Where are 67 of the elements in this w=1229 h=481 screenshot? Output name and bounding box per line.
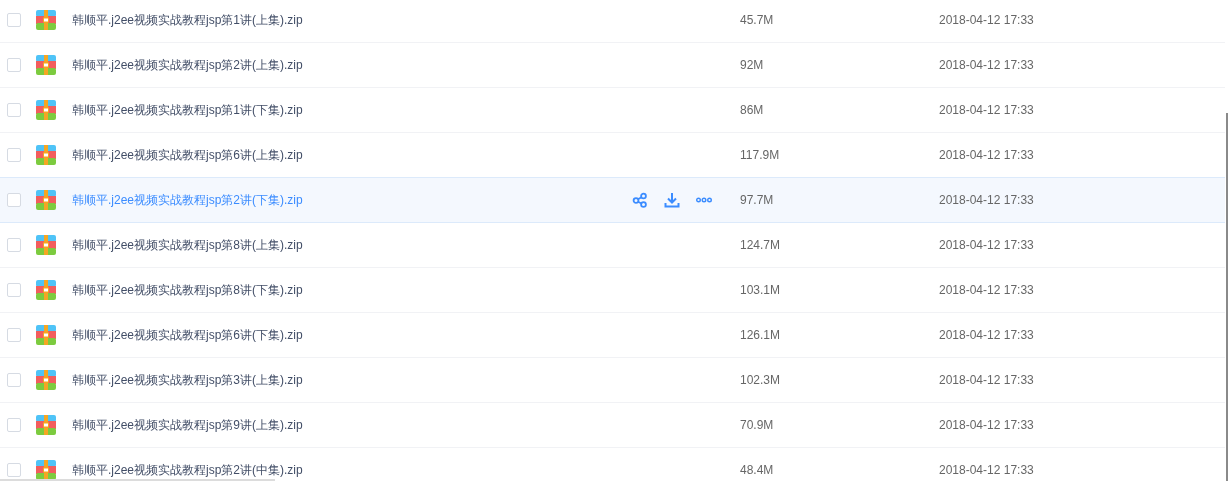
file-name[interactable]: 韩顺平.j2ee视频实战教程jsp第8讲(下集).zip	[72, 282, 303, 297]
checkbox[interactable]	[7, 373, 21, 387]
file-size: 103.1M	[740, 283, 781, 297]
file-size: 45.7M	[740, 13, 774, 27]
file-name[interactable]: 韩顺平.j2ee视频实战教程jsp第6讲(下集).zip	[72, 327, 303, 342]
checkbox[interactable]	[7, 103, 21, 117]
file-row[interactable]: 韩顺平.j2ee视频实战教程jsp第1讲(上集).zip 45.7M 2018-04-12 17:33	[0, 0, 1225, 43]
zip-archive-icon	[36, 55, 56, 75]
modified-time: 2018-04-12 17:33	[939, 418, 1034, 432]
file-name[interactable]: 韩顺平.j2ee视频实战教程jsp第2讲(中集).zip	[72, 462, 303, 477]
file-row[interactable]: 韩顺平.j2ee视频实战教程jsp第8讲(下集).zip 103.1M 2018-04-12 17:33	[0, 267, 1225, 313]
file-name[interactable]: 韩顺平.j2ee视频实战教程jsp第1讲(下集).zip	[72, 102, 303, 117]
file-name[interactable]: 韩顺平.j2ee视频实战教程jsp第3讲(上集).zip	[72, 372, 303, 387]
zip-archive-icon	[36, 100, 56, 120]
checkbox[interactable]	[7, 418, 21, 432]
file-size: 86M	[740, 103, 764, 117]
vertical-scrollbar[interactable]	[1226, 113, 1228, 481]
zip-archive-icon	[36, 325, 56, 345]
file-row[interactable]: 韩顺平.j2ee视频实战教程jsp第2讲(上集).zip 92M 2018-04-12 17:33	[0, 42, 1225, 88]
checkbox[interactable]	[7, 148, 21, 162]
zip-archive-icon	[36, 370, 56, 390]
checkbox[interactable]	[7, 13, 21, 27]
modified-time: 2018-04-12 17:33	[939, 373, 1034, 387]
checkbox[interactable]	[7, 283, 21, 297]
zip-archive-icon	[36, 10, 56, 30]
more-icon[interactable]	[696, 197, 712, 203]
checkbox[interactable]	[7, 238, 21, 252]
file-size: 70.9M	[740, 418, 774, 432]
zip-archive-icon	[36, 145, 56, 165]
file-name[interactable]: 韩顺平.j2ee视频实战教程jsp第9讲(上集).zip	[72, 417, 303, 432]
modified-time: 2018-04-12 17:33	[939, 238, 1034, 252]
zip-archive-icon	[36, 415, 56, 435]
checkbox[interactable]	[7, 58, 21, 72]
download-icon[interactable]	[664, 192, 680, 208]
file-size: 92M	[740, 58, 764, 72]
checkbox[interactable]	[7, 328, 21, 342]
file-size: 102.3M	[740, 373, 781, 387]
file-size: 124.7M	[740, 238, 781, 252]
modified-time: 2018-04-12 17:33	[939, 148, 1034, 162]
file-row[interactable]: 韩顺平.j2ee视频实战教程jsp第3讲(上集).zip 102.3M 2018-04-12 17:33	[0, 357, 1225, 403]
file-row[interactable]: 韩顺平.j2ee视频实战教程jsp第8讲(上集).zip 124.7M 2018-04-12 17:33	[0, 222, 1225, 268]
file-row[interactable]: 韩顺平.j2ee视频实战教程jsp第2讲(下集).zip 97.7M 2018-04-12 17:33	[0, 177, 1225, 223]
modified-time: 2018-04-12 17:33	[939, 283, 1034, 297]
checkbox[interactable]	[7, 463, 21, 477]
file-row[interactable]: 韩顺平.j2ee视频实战教程jsp第6讲(下集).zip 126.1M 2018-04-12 17:33	[0, 312, 1225, 358]
modified-time: 2018-04-12 17:33	[939, 328, 1034, 342]
file-name[interactable]: 韩顺平.j2ee视频实战教程jsp第8讲(上集).zip	[72, 237, 303, 252]
modified-time: 2018-04-12 17:33	[939, 103, 1034, 117]
modified-time: 2018-04-12 17:33	[939, 13, 1034, 27]
zip-archive-icon	[36, 280, 56, 300]
file-size: 48.4M	[740, 463, 774, 477]
modified-time: 2018-04-12 17:33	[939, 58, 1034, 72]
file-name[interactable]: 韩顺平.j2ee视频实战教程jsp第6讲(上集).zip	[72, 147, 303, 162]
file-name[interactable]: 韩顺平.j2ee视频实战教程jsp第2讲(上集).zip	[72, 57, 303, 72]
zip-archive-icon	[36, 190, 56, 210]
zip-archive-icon	[36, 235, 56, 255]
file-row[interactable]: 韩顺平.j2ee视频实战教程jsp第9讲(上集).zip 70.9M 2018-04-12 17:33	[0, 402, 1225, 448]
file-size: 117.9M	[740, 148, 780, 162]
checkbox[interactable]	[7, 193, 21, 207]
file-size: 126.1M	[740, 328, 781, 342]
file-name[interactable]: 韩顺平.j2ee视频实战教程jsp第1讲(上集).zip	[72, 12, 303, 27]
modified-time: 2018-04-12 17:33	[939, 193, 1034, 207]
horizontal-scrollbar[interactable]	[0, 479, 275, 481]
modified-time: 2018-04-12 17:33	[939, 463, 1034, 477]
file-row[interactable]: 韩顺平.j2ee视频实战教程jsp第1讲(下集).zip 86M 2018-04-12 17:33	[0, 87, 1225, 133]
file-size: 97.7M	[740, 193, 774, 207]
share-icon[interactable]	[632, 192, 648, 208]
